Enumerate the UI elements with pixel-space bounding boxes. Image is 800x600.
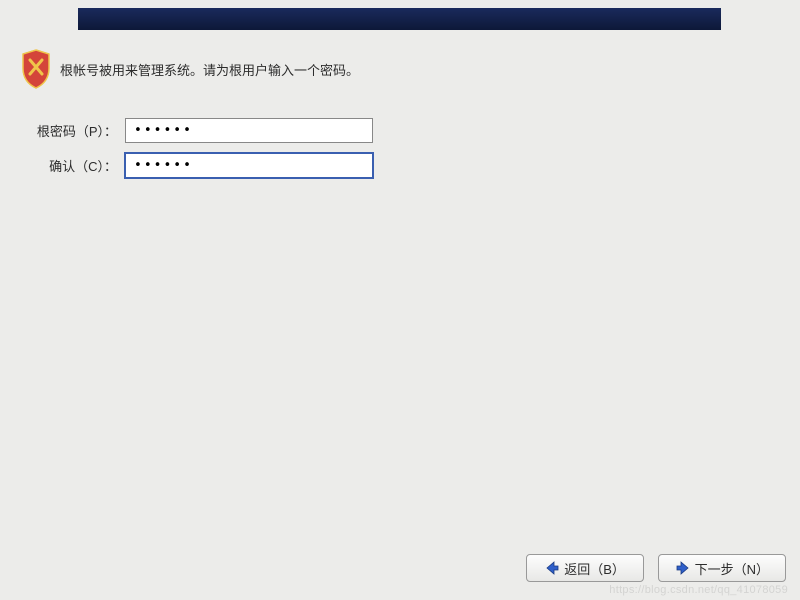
content-area: 根帐号被用来管理系统。请为根用户输入一个密码。 根密码（P）： 确认（C）： [20,48,780,188]
password-input[interactable] [125,118,373,143]
back-button-label: 返回（B） [564,559,625,578]
next-button-label: 下一步（N） [695,559,769,578]
instruction-row: 根帐号被用来管理系统。请为根用户输入一个密码。 [20,48,780,90]
next-button[interactable]: 下一步（N） [658,554,786,582]
watermark: https://blog.csdn.net/qq_41078059 [609,584,788,596]
button-bar: 返回（B） 下一步（N） [526,554,786,582]
password-row: 根密码（P）： [20,118,780,143]
back-button[interactable]: 返回（B） [526,554,644,582]
arrow-right-icon [675,560,691,576]
instruction-text: 根帐号被用来管理系统。请为根用户输入一个密码。 [60,60,359,79]
shield-icon [20,48,52,90]
header-bar [78,8,721,30]
confirm-input[interactable] [125,153,373,178]
arrow-left-icon [544,560,560,576]
confirm-row: 确认（C）： [20,153,780,178]
password-label: 根密码（P）： [20,121,125,140]
confirm-label: 确认（C）： [20,156,125,175]
